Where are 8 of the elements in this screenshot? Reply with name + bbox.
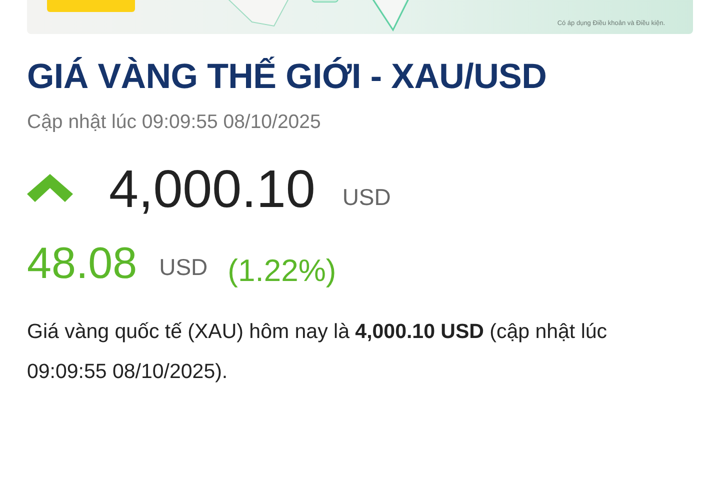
currency-label: USD [159,252,208,282]
page-title: GIÁ VÀNG THẾ GIỚI - XAU/USD [27,56,548,98]
currency-label: USD [342,182,391,212]
description-text: Giá vàng quốc tế (XAU) hôm nay là 4,000.10 USD (cập nhật lúc 09:09:55 08/10/2025). [27,319,608,386]
price-change: 48.08 [27,242,138,286]
update-time: Cập nhật lúc 09:09:55 08/10/2025 [27,110,322,135]
change-percent: (1.22%) [228,255,336,286]
price-value: 4,000.10 [109,163,316,216]
